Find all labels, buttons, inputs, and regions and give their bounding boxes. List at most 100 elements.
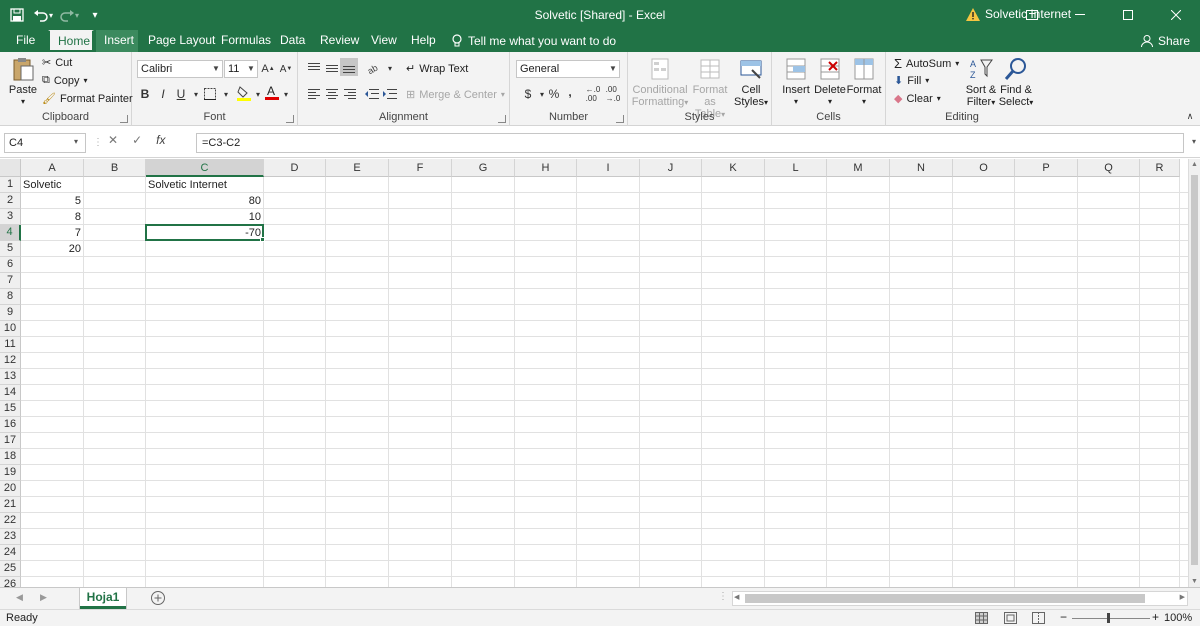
column-header-m[interactable]: M — [827, 159, 890, 177]
borders-icon[interactable] — [202, 86, 218, 102]
column-header-h[interactable]: H — [515, 159, 577, 177]
wrap-text-button[interactable]: ↵ Wrap Text — [406, 62, 468, 76]
orientation-icon[interactable]: ab — [366, 60, 382, 76]
scroll-left-icon[interactable]: ◀ — [734, 593, 739, 601]
prev-sheet-icon[interactable]: ◀ — [16, 592, 23, 603]
row-header-1[interactable]: 1 — [0, 177, 21, 193]
row-header-19[interactable]: 19 — [0, 465, 21, 481]
row-header-4[interactable]: 4 — [0, 225, 21, 241]
cancel-icon[interactable]: ✕ — [108, 133, 118, 147]
zoom-slider-thumb[interactable] — [1107, 613, 1110, 623]
decrease-decimal-icon[interactable]: .00 →.0 — [604, 85, 622, 103]
font-size-select[interactable]: 11 ▼ — [224, 60, 258, 78]
paste-button[interactable]: Paste ▾ — [8, 56, 38, 108]
row-header-23[interactable]: 23 — [0, 529, 21, 545]
column-header-d[interactable]: D — [264, 159, 326, 177]
font-color-dropdown-icon[interactable]: ▾ — [278, 86, 294, 102]
fill-button[interactable]: ⬇ Fill ▾ — [894, 74, 929, 88]
column-header-r[interactable]: R — [1140, 159, 1180, 177]
merge-center-button[interactable]: ⊞ Merge & Center ▾ — [406, 88, 505, 102]
column-header-g[interactable]: G — [452, 159, 515, 177]
select-all-corner[interactable] — [0, 159, 21, 177]
name-box-dropdown-icon[interactable]: ▾ — [74, 137, 78, 146]
row-header-16[interactable]: 16 — [0, 417, 21, 433]
percent-button[interactable]: % — [546, 86, 562, 102]
sheet-tab-hoja1[interactable]: Hoja1 — [80, 588, 126, 609]
scroll-up-icon[interactable]: ▲ — [1191, 161, 1198, 168]
horizontal-scrollbar[interactable]: ◀ ▶ — [732, 591, 1188, 606]
conditional-formatting-button[interactable]: Conditional Formatting▾ — [632, 56, 688, 109]
tab-split-grip-icon[interactable]: ⋮ — [718, 591, 728, 602]
italic-button[interactable]: I — [155, 86, 171, 102]
font-name-select[interactable]: Calibri ▼ — [137, 60, 223, 78]
clear-button[interactable]: ◆ Clear ▾ — [894, 92, 941, 106]
tab-view[interactable]: View — [363, 30, 405, 52]
bold-button[interactable]: B — [137, 86, 153, 102]
next-sheet-icon[interactable]: ▶ — [40, 592, 47, 603]
cell-a3[interactable]: 8 — [21, 209, 83, 225]
worksheet-grid[interactable]: A B C D E F G H I J K L M N O P Q R 1 2 3 4 5 6 7 8 9 10 11 12 13 14 15 1… — [0, 159, 1188, 587]
horizontal-scroll-thumb[interactable] — [745, 594, 1145, 603]
column-header-c[interactable]: C — [146, 159, 264, 177]
row-header-7[interactable]: 7 — [0, 273, 21, 289]
row-header-20[interactable]: 20 — [0, 481, 21, 497]
column-header-i[interactable]: I — [577, 159, 640, 177]
row-header-10[interactable]: 10 — [0, 321, 21, 337]
ribbon-display-icon[interactable] — [1008, 0, 1056, 30]
cell-c1[interactable]: Solvetic Internet — [146, 177, 263, 193]
row-header-15[interactable]: 15 — [0, 401, 21, 417]
cell-styles-button[interactable]: Cell Styles▾ — [732, 56, 770, 109]
row-header-2[interactable]: 2 — [0, 193, 21, 209]
row-header-8[interactable]: 8 — [0, 289, 21, 305]
vertical-scrollbar[interactable]: ▲ ▼ — [1188, 159, 1200, 587]
scroll-down-icon[interactable]: ▼ — [1191, 578, 1198, 585]
tab-formulas[interactable]: Formulas — [213, 30, 279, 52]
number-launcher-icon[interactable] — [616, 115, 624, 123]
collapse-ribbon-icon[interactable]: ∧ — [1182, 108, 1198, 124]
column-header-e[interactable]: E — [326, 159, 389, 177]
expand-formula-bar-icon[interactable]: ▾ — [1192, 137, 1196, 146]
zoom-slider[interactable] — [1072, 618, 1150, 619]
column-header-j[interactable]: J — [640, 159, 702, 177]
tab-data[interactable]: Data — [272, 30, 313, 52]
zoom-out-button[interactable]: − — [1060, 610, 1067, 624]
row-header-14[interactable]: 14 — [0, 385, 21, 401]
column-header-p[interactable]: P — [1015, 159, 1078, 177]
underline-button[interactable]: U — [173, 86, 189, 102]
row-header-21[interactable]: 21 — [0, 497, 21, 513]
alignment-launcher-icon[interactable] — [498, 115, 506, 123]
maximize-icon[interactable] — [1104, 0, 1152, 30]
format-painter-button[interactable]: 🖌 Format Painter — [42, 92, 133, 106]
increase-indent-icon[interactable] — [382, 86, 398, 102]
column-header-f[interactable]: F — [389, 159, 452, 177]
row-header-9[interactable]: 9 — [0, 305, 21, 321]
cell-c2[interactable]: 80 — [146, 193, 263, 209]
column-header-l[interactable]: L — [765, 159, 827, 177]
row-header-3[interactable]: 3 — [0, 209, 21, 225]
orientation-dropdown-icon[interactable]: ▾ — [382, 60, 398, 76]
number-format-select[interactable]: General ▼ — [516, 60, 620, 78]
find-select-button[interactable]: Find & Select▾ — [998, 56, 1034, 109]
shrink-font-icon[interactable]: A ▼ — [278, 61, 294, 77]
row-header-26[interactable]: 26 — [0, 577, 21, 587]
column-header-a[interactable]: A — [21, 159, 84, 177]
grow-font-icon[interactable]: A ▲ — [260, 61, 276, 77]
tab-page-layout[interactable]: Page Layout — [140, 30, 223, 52]
tab-file[interactable]: File — [8, 30, 43, 52]
cell-a2[interactable]: 5 — [21, 193, 83, 209]
close-icon[interactable] — [1152, 0, 1200, 30]
font-launcher-icon[interactable] — [286, 115, 294, 123]
cell-a4[interactable]: 7 — [21, 225, 83, 241]
row-header-25[interactable]: 25 — [0, 561, 21, 577]
borders-dropdown-icon[interactable]: ▾ — [218, 86, 234, 102]
row-header-12[interactable]: 12 — [0, 353, 21, 369]
fill-handle[interactable] — [260, 237, 265, 242]
share-button[interactable]: Share — [1140, 30, 1190, 52]
column-header-q[interactable]: Q — [1078, 159, 1140, 177]
tab-review[interactable]: Review — [312, 30, 367, 52]
copy-button[interactable]: ⧉ Copy ▾ — [42, 74, 88, 87]
zoom-level[interactable]: 100% — [1164, 612, 1192, 624]
row-header-5[interactable]: 5 — [0, 241, 21, 257]
delete-cells-button[interactable]: Delete ▾ — [814, 56, 846, 108]
row-header-6[interactable]: 6 — [0, 257, 21, 273]
